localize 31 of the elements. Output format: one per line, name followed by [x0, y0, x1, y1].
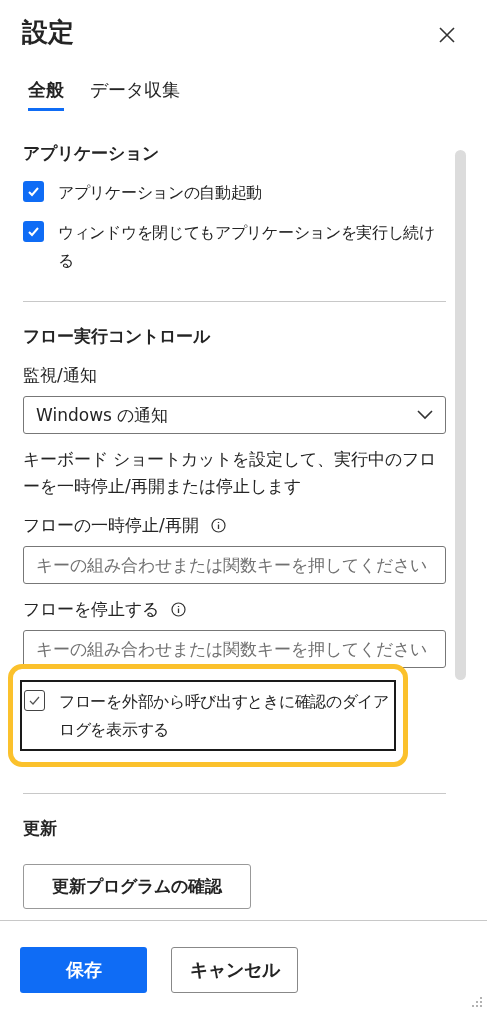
- info-icon[interactable]: [171, 601, 186, 617]
- check-updates-button[interactable]: 更新プログラムの確認: [23, 864, 251, 909]
- field-label: フローの一時停止/再開: [23, 514, 199, 537]
- checkbox-label: ウィンドウを閉じてもアプリケーションを実行し続ける: [58, 222, 436, 272]
- cancel-button[interactable]: キャンセル: [171, 947, 298, 993]
- field-label: フローを停止する: [23, 598, 159, 621]
- scrollbar[interactable]: [455, 150, 466, 680]
- chevron-down-icon: [417, 410, 433, 420]
- checkbox-label: アプリケーションの自動起動: [58, 182, 263, 204]
- resize-grip-icon[interactable]: [471, 996, 483, 1008]
- checkbox-label: フローを外部から呼び出すときに確認のダイアログを表示する: [59, 691, 390, 741]
- section-heading: フロー実行コントロール: [23, 325, 212, 348]
- section-heading: 更新: [23, 817, 58, 840]
- input-field[interactable]: キーの組み合わせまたは関数キーを押してください: [23, 630, 446, 668]
- description-text: キーボード ショートカットを設定して、実行中のフローを一時停止/再開または停止します: [23, 448, 438, 498]
- checkbox[interactable]: [23, 221, 44, 242]
- tab[interactable]: データ収集: [90, 78, 180, 111]
- panel-title: 設定: [22, 15, 74, 49]
- close-icon[interactable]: [437, 25, 457, 45]
- checkmark-icon: [27, 225, 40, 238]
- checkmark-icon: [27, 185, 40, 198]
- checkmark-icon: [28, 694, 41, 707]
- save-button[interactable]: 保存: [20, 947, 147, 993]
- field-label: 監視/通知: [23, 364, 98, 387]
- info-icon[interactable]: [210, 517, 226, 533]
- checkbox[interactable]: [24, 690, 45, 711]
- section-heading: アプリケーション: [23, 142, 160, 165]
- tab[interactable]: 全般: [28, 78, 64, 111]
- checkbox[interactable]: [23, 181, 44, 202]
- input-field[interactable]: キーの組み合わせまたは関数キーを押してください: [23, 546, 446, 584]
- dropdown[interactable]: Windows の通知: [23, 396, 446, 434]
